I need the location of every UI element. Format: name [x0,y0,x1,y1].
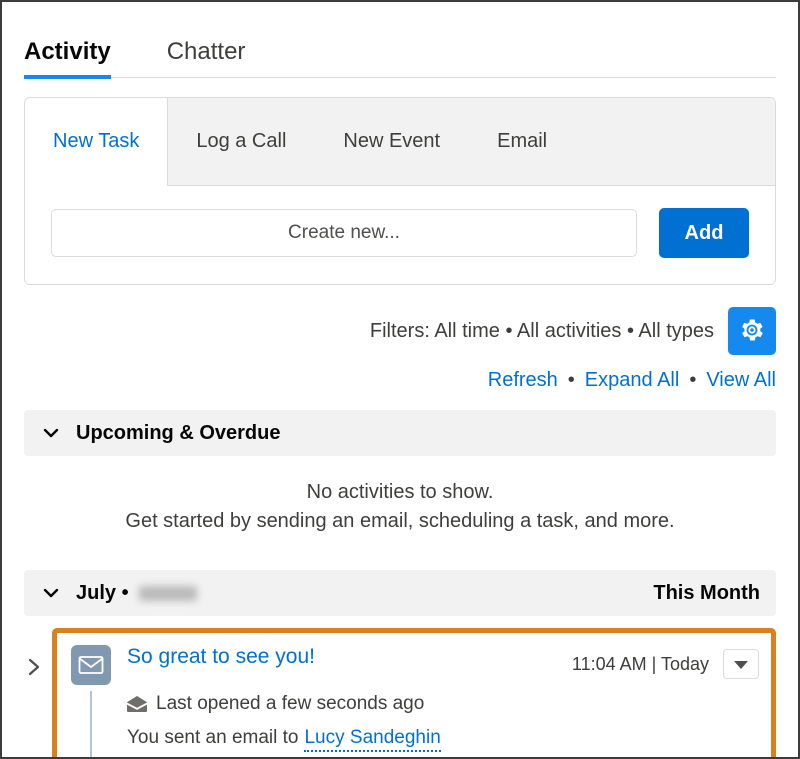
tab-chatter-label: Chatter [167,38,246,65]
empty-state: No activities to show. Get started by se… [2,456,798,552]
activity-row-menu-button[interactable] [723,649,759,679]
tab-chatter[interactable]: Chatter [167,38,246,78]
subtab-new-event-label: New Event [343,130,440,153]
thread-connector [90,691,92,759]
add-button[interactable]: Add [659,208,749,258]
activity-title-row: So great to see you! 11:04 AM | Today [127,645,759,679]
chevron-right-icon[interactable] [26,656,42,678]
filter-settings-button[interactable] [728,307,776,355]
activity-panel: Activity Chatter New Task Log a Call New… [0,0,800,759]
subtab-new-event[interactable]: New Event [315,98,469,185]
link-separator-1: • [568,369,575,392]
tab-activity-label: Activity [24,38,111,65]
section-july[interactable]: July • This Month [24,570,776,616]
activity-meta: 11:04 AM | Today [572,645,759,679]
subtab-log-a-call-label: Log a Call [196,130,286,153]
view-all-link[interactable]: View All [706,369,776,392]
email-opened-icon [127,696,147,712]
activity-sent-row: You sent an email to Lucy Sandeghin [127,727,759,749]
activity-opened-row: Last opened a few seconds ago [127,693,759,715]
subtab-email-label: Email [497,130,547,153]
activity-subject-link[interactable]: So great to see you! [127,645,315,669]
activity-sent-prefix: You sent an email to [127,727,298,748]
subtab-log-a-call[interactable]: Log a Call [168,98,315,185]
subtab-new-task[interactable]: New Task [25,98,168,186]
activity-content: So great to see you! 11:04 AM | Today [113,643,759,749]
recipient-link[interactable]: Lucy Sandeghin [304,727,440,752]
activity-item-wrapper: So great to see you! 11:04 AM | Today [24,628,776,759]
create-new-input[interactable] [51,209,637,257]
section-upcoming-overdue[interactable]: Upcoming & Overdue [24,410,776,456]
chevron-down-icon [42,424,60,442]
filters-summary: Filters: All time • All activities • All… [370,320,714,343]
refresh-link[interactable]: Refresh [488,369,558,392]
expand-all-link[interactable]: Expand All [585,369,680,392]
redacted-year [139,586,197,601]
gear-icon [740,318,764,345]
main-tabs: Activity Chatter [2,2,798,78]
section-july-title: July • [76,582,129,605]
subtab-email[interactable]: Email [469,98,576,185]
email-icon [71,645,111,685]
filters-row: Filters: All time • All activities • All… [2,285,798,355]
empty-state-line-2: Get started by sending an email, schedul… [24,507,776,536]
link-separator-2: • [689,369,696,392]
section-july-right-label: This Month [653,582,760,605]
composer-body: Add [25,186,775,284]
composer-subtabs: New Task Log a Call New Event Email [25,98,775,186]
section-upcoming-title: Upcoming & Overdue [76,422,280,445]
activity-row: So great to see you! 11:04 AM | Today [69,643,759,759]
tab-activity[interactable]: Activity [24,38,111,78]
composer-card: New Task Log a Call New Event Email Add [24,97,776,285]
activity-highlight-box: So great to see you! 11:04 AM | Today [52,628,776,759]
activity-opened-text: Last opened a few seconds ago [156,693,424,715]
subtab-new-task-label: New Task [53,130,139,153]
chevron-down-icon [42,584,60,602]
activity-icon-column [69,643,113,759]
empty-state-line-1: No activities to show. [24,478,776,507]
activity-timestamp: 11:04 AM | Today [572,654,709,675]
activity-action-links: Refresh • Expand All • View All [2,355,798,392]
